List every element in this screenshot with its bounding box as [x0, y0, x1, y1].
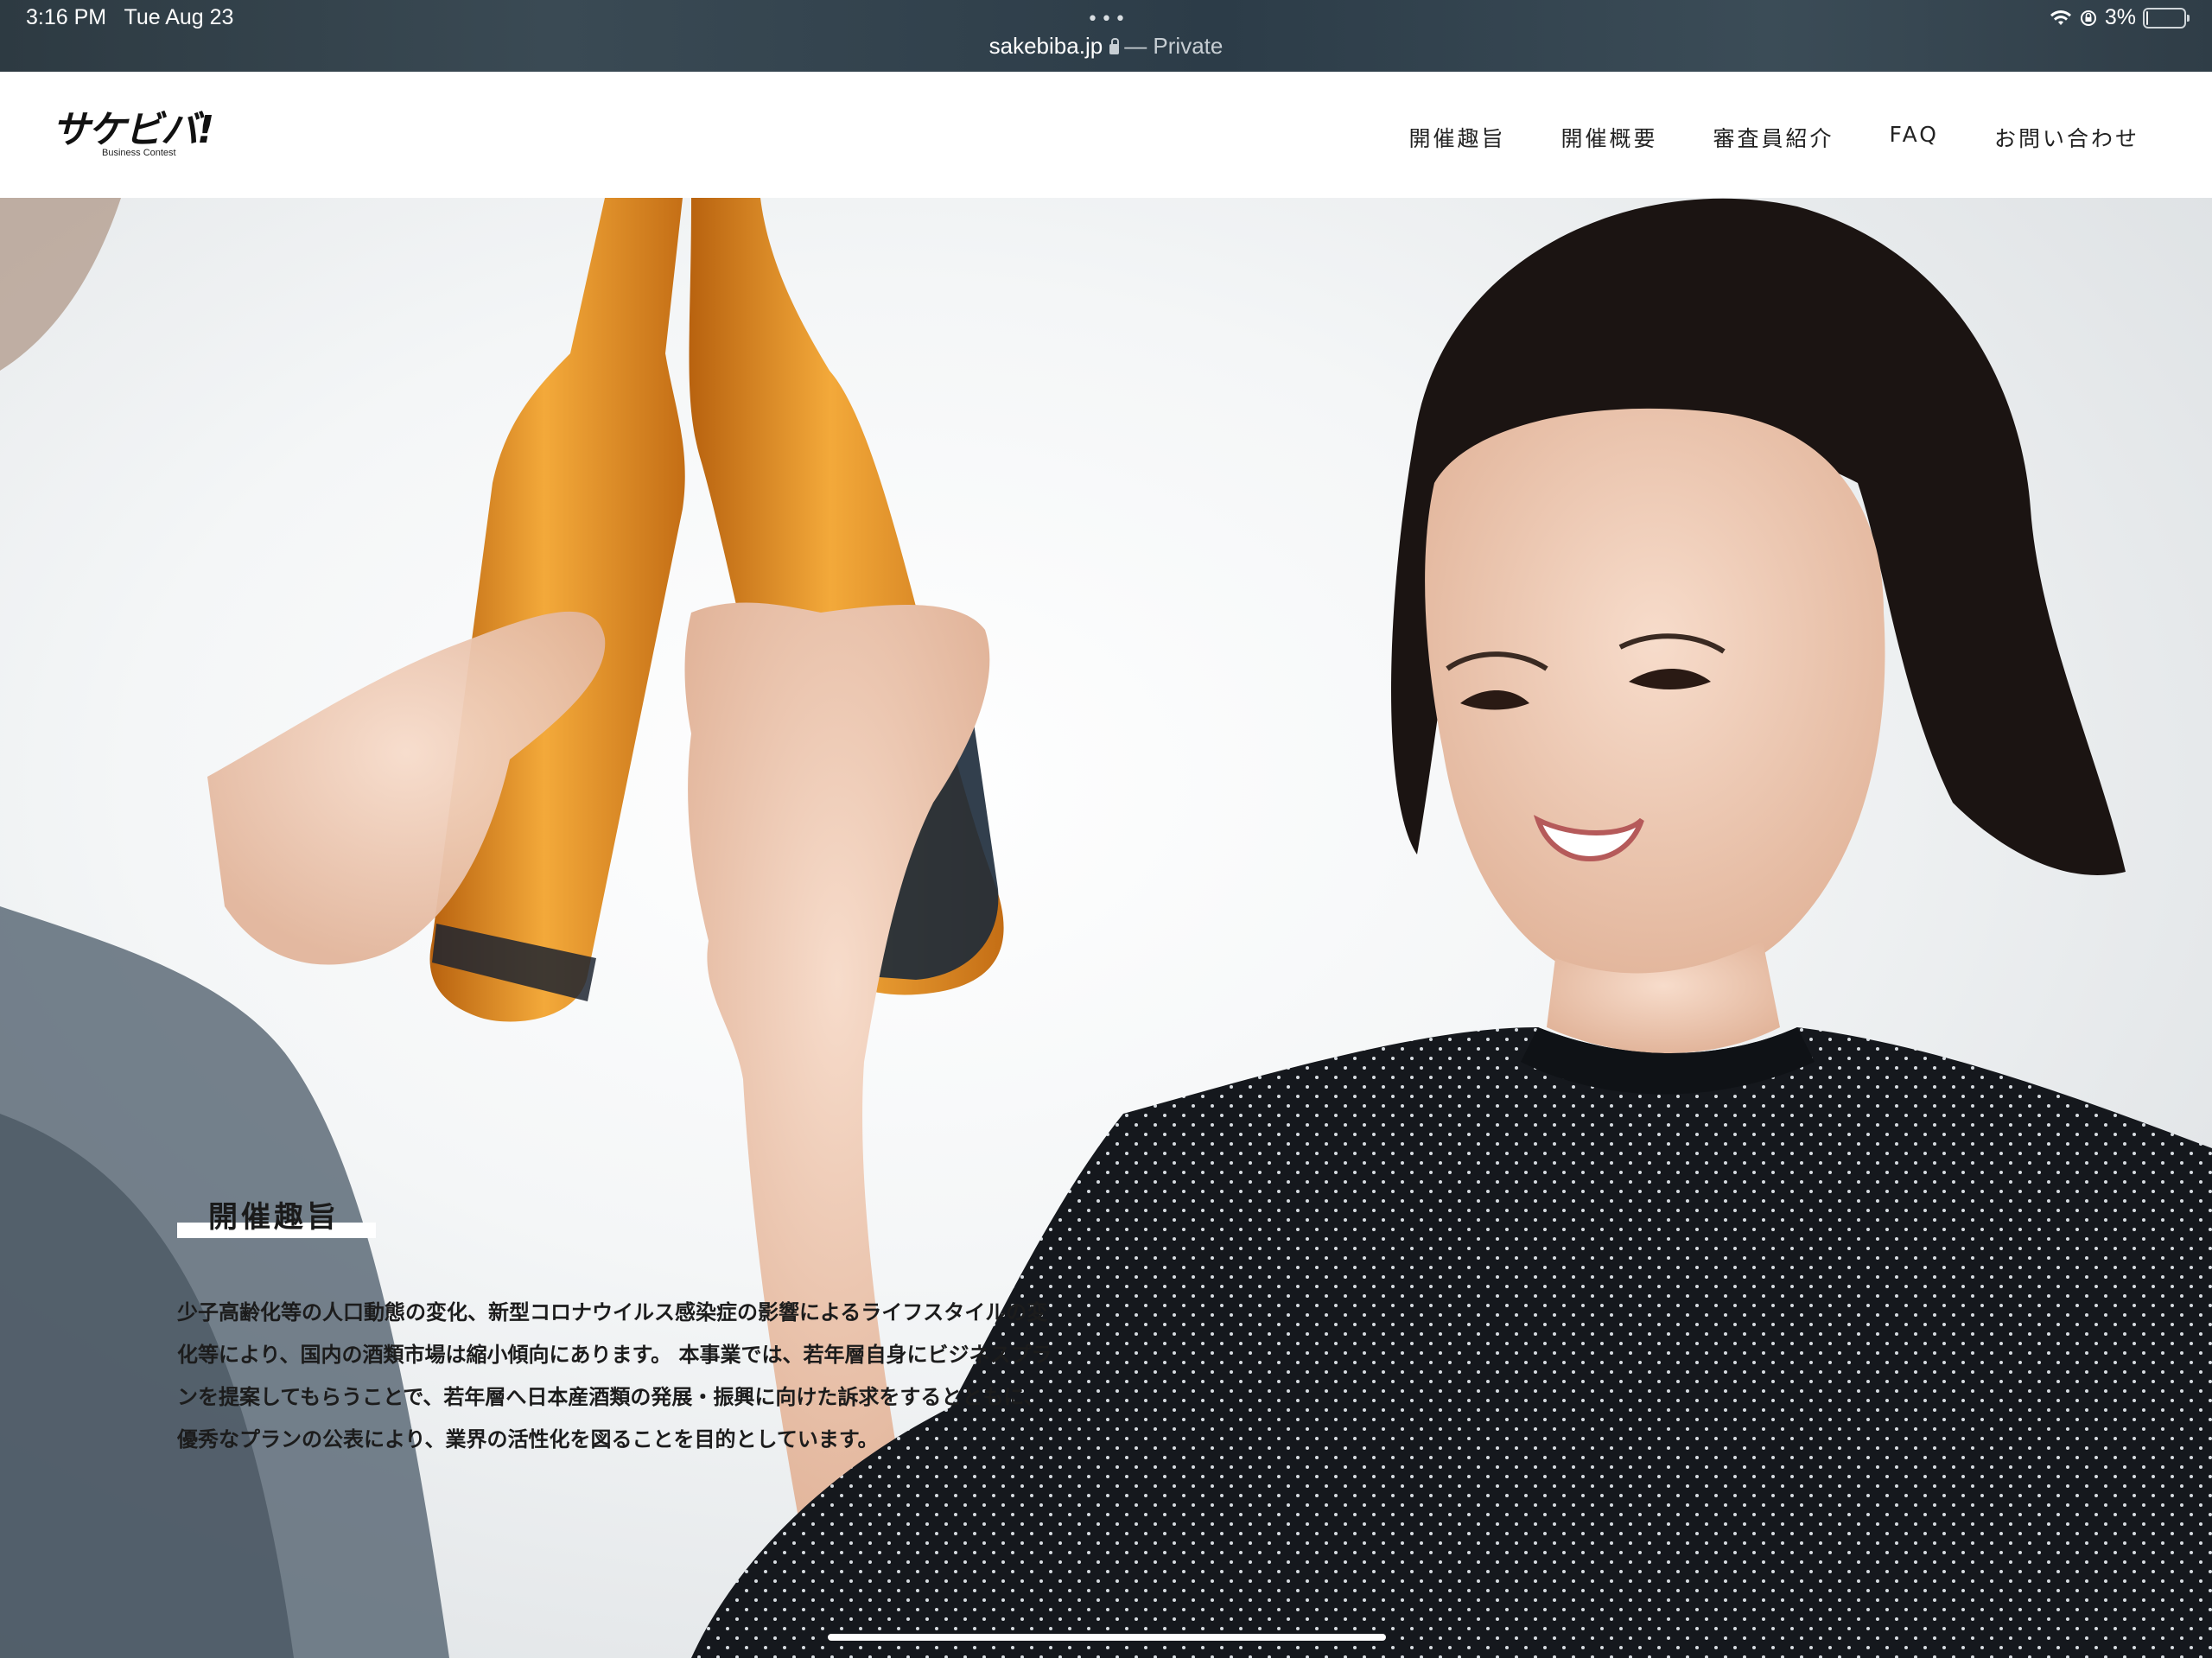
nav-link-judges[interactable]: 審査員紹介 — [1713, 122, 1834, 153]
nav-link-faq[interactable]: FAQ — [1890, 122, 1939, 153]
wifi-icon — [2050, 10, 2071, 25]
lock-rotation-icon — [2080, 10, 2096, 26]
browser-status-bar: 3:16 PM Tue Aug 23 ••• sakebiba.jp — Priv… — [0, 0, 2212, 72]
about-heading: 開催趣旨 — [177, 1193, 378, 1238]
url-text: sakebiba.jp — [988, 33, 1103, 59]
more-dots-icon[interactable]: ••• — [1087, 9, 1128, 30]
about-title: 開催趣旨 — [208, 1200, 340, 1235]
main-nav: 開催趣旨 開催概要 審査員紹介 FAQ お問い合わせ — [1409, 122, 2140, 153]
lock-icon — [1109, 38, 1120, 54]
about-paragraph: 少子高齢化等の人口動態の変化、新型コロナウイルス感染症の影響によるライフスタイル… — [177, 1300, 1052, 1452]
hero-section: 開催趣旨 少子高齢化等の人口動態の変化、新型コロナウイルス感染症の影響によるライ… — [0, 198, 2212, 1658]
nav-link-contact[interactable]: お問い合わせ — [1994, 122, 2139, 153]
status-time: 3:16 PM Tue Aug 23 — [26, 5, 233, 30]
nav-link-overview[interactable]: 開催概要 — [1561, 122, 1658, 153]
status-time-text: 3:16 PM — [26, 5, 107, 29]
status-date-text: Tue Aug 23 — [124, 5, 234, 29]
battery-percent: 3% — [2104, 5, 2136, 29]
beer-bottle-left — [429, 198, 685, 1022]
battery-level-fill — [2146, 10, 2148, 25]
battery-icon — [2143, 7, 2190, 29]
nav-link-purpose[interactable]: 開催趣旨 — [1409, 122, 1506, 153]
home-indicator[interactable] — [828, 1634, 1386, 1641]
private-label: — Private — [1124, 33, 1224, 59]
site-header: サケビバ! Business Contest 開催趣旨 開催概要 審査員紹介 F… — [0, 72, 2212, 198]
address-bar[interactable]: sakebiba.jp — Private — [0, 33, 2212, 60]
logo-text: サケビバ! — [52, 108, 214, 152]
about-section: 開催趣旨 少子高齢化等の人口動態の変化、新型コロナウイルス感染症の影響によるライ… — [177, 1193, 1067, 1461]
site-logo[interactable]: サケビバ! Business Contest — [52, 108, 214, 159]
status-icons: 3% — [2050, 5, 2190, 30]
